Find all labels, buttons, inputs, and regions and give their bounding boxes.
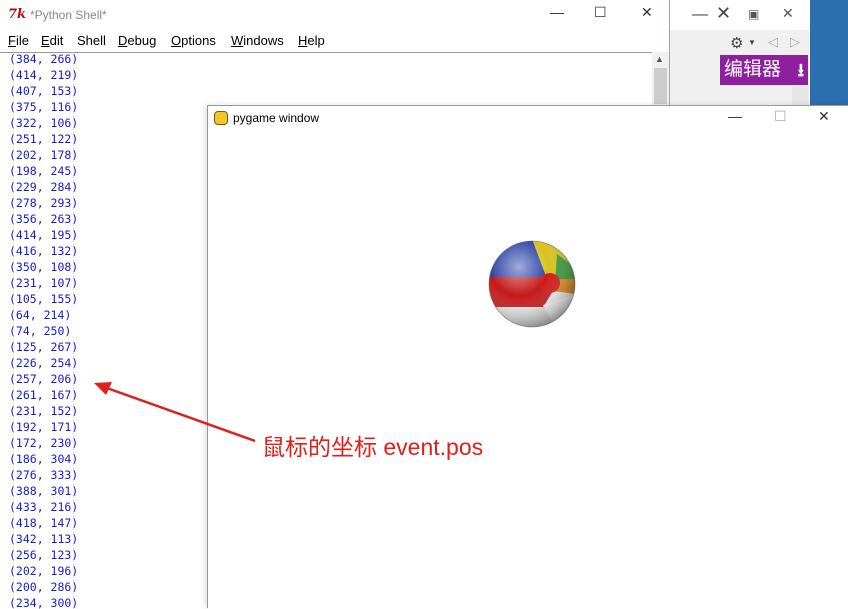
- menu-options[interactable]: Options: [171, 33, 216, 48]
- shell-output-line: (384, 266): [9, 52, 79, 66]
- shell-output-line: (433, 216): [9, 500, 79, 514]
- annotation-label: 鼠标的坐标 event.pos: [262, 434, 484, 460]
- shell-output-line: (64, 214): [9, 308, 72, 322]
- shell-close-button[interactable]: ✕: [641, 4, 653, 21]
- shell-output-line: (186, 304): [9, 452, 79, 466]
- menu-options-label: ptions: [181, 33, 216, 48]
- shell-output-line: (418, 147): [9, 516, 79, 530]
- shell-output-line: (125, 267): [9, 340, 79, 354]
- scroll-up-arrow-icon[interactable]: ▲: [655, 54, 664, 64]
- shell-output-line: (388, 301): [9, 484, 79, 498]
- restore-icon[interactable]: ▣: [748, 7, 759, 21]
- menu-windows-accel: W: [231, 33, 244, 48]
- shell-output-line: (74, 250): [9, 324, 72, 338]
- shell-menubar: File Edit Shell Debug Options Windows He…: [0, 31, 669, 52]
- menu-options-accel: O: [171, 33, 182, 48]
- background-side-panel: [810, 0, 848, 110]
- shell-minimize-button[interactable]: —: [550, 4, 564, 20]
- menu-file-accel: F: [8, 33, 16, 48]
- shell-output-line: (356, 263): [9, 212, 79, 226]
- shell-output-line: (256, 123): [9, 548, 79, 562]
- menu-debug-label: ebug: [127, 33, 157, 48]
- shell-output-line: (202, 196): [9, 564, 79, 578]
- menu-edit[interactable]: Edit: [41, 33, 63, 48]
- shell-output-line: (407, 153): [9, 84, 79, 98]
- pygame-maximize-button[interactable]: ☐: [774, 108, 787, 125]
- menu-file[interactable]: File: [8, 33, 29, 48]
- shell-output-line: (375, 116): [9, 100, 79, 114]
- pygame-titlebar[interactable]: pygame window — ☐ ✕: [208, 106, 848, 132]
- shell-output-line: (226, 254): [9, 356, 79, 370]
- editor-badge-label: 编辑器: [724, 59, 782, 80]
- shell-output-line: (261, 167): [9, 388, 79, 402]
- menu-help[interactable]: Help: [298, 33, 325, 48]
- menu-shell-label: Shell: [77, 33, 106, 48]
- shell-output-line: (192, 171): [9, 420, 79, 434]
- menu-edit-accel: E: [41, 33, 50, 48]
- shell-window-title: *Python Shell*: [30, 8, 107, 22]
- menu-shell[interactable]: Shell: [77, 33, 106, 48]
- shell-output-line: (414, 219): [9, 68, 79, 82]
- shell-output-line: (231, 152): [9, 404, 79, 418]
- pygame-snake-icon: [214, 111, 228, 125]
- menu-debug-accel: D: [118, 33, 128, 48]
- menu-help-label: elp: [307, 33, 325, 48]
- shell-output-line: (276, 333): [9, 468, 79, 482]
- menu-windows-label: indows: [243, 33, 284, 48]
- menu-help-accel: H: [298, 33, 308, 48]
- shell-output-line: (231, 107): [9, 276, 79, 290]
- shell-output-line: (257, 206): [9, 372, 79, 386]
- back-arrow-icon[interactable]: ◁: [768, 34, 778, 50]
- pygame-window: pygame window — ☐ ✕: [207, 105, 848, 609]
- gear-icon[interactable]: ⚙: [730, 34, 743, 52]
- shell-output-line: (234, 300): [9, 596, 79, 609]
- menu-file-label: ile: [15, 33, 29, 48]
- shell-output-line: (278, 293): [9, 196, 79, 210]
- background-close-button[interactable]: ✕: [716, 3, 731, 24]
- menu-edit-label: dit: [49, 33, 64, 48]
- shell-output-line: (200, 286): [9, 580, 79, 594]
- scrollbar-thumb[interactable]: [654, 68, 667, 104]
- shell-output-line: (251, 122): [9, 132, 79, 146]
- forward-arrow-icon[interactable]: ▷: [790, 34, 800, 50]
- shell-maximize-button[interactable]: ☐: [594, 4, 607, 21]
- menu-windows[interactable]: Windows: [231, 33, 284, 48]
- beach-ball-sprite: [488, 240, 576, 328]
- idle-logo-icon: 7k: [8, 7, 27, 22]
- shell-output-line: (414, 195): [9, 228, 79, 242]
- shell-titlebar[interactable]: 7k *Python Shell* — ☐ ✕: [0, 0, 669, 30]
- pygame-canvas[interactable]: [208, 132, 848, 609]
- shell-output-line: (350, 108): [9, 260, 79, 274]
- pygame-minimize-button[interactable]: —: [728, 108, 742, 124]
- download-icon: ⭳: [797, 60, 804, 80]
- pygame-close-button[interactable]: ✕: [818, 108, 830, 125]
- editor-download-button[interactable]: 编辑器 ⭳: [720, 55, 808, 85]
- shell-output-line: (322, 106): [9, 116, 79, 130]
- menu-debug[interactable]: Debug: [118, 33, 156, 48]
- shell-output-line: (198, 245): [9, 164, 79, 178]
- shell-output-line: (172, 230): [9, 436, 79, 450]
- background-minimize-button[interactable]: —: [692, 6, 708, 24]
- shell-output-line: (342, 113): [9, 532, 79, 546]
- shell-output-line: (105, 155): [9, 292, 79, 306]
- shell-output-line: (202, 178): [9, 148, 79, 162]
- close-icon[interactable]: ✕: [782, 5, 794, 22]
- pygame-window-title: pygame window: [233, 111, 320, 125]
- chevron-down-icon[interactable]: ▼: [748, 38, 756, 47]
- shell-output-line: (229, 284): [9, 180, 79, 194]
- shell-output-line: (416, 132): [9, 244, 79, 258]
